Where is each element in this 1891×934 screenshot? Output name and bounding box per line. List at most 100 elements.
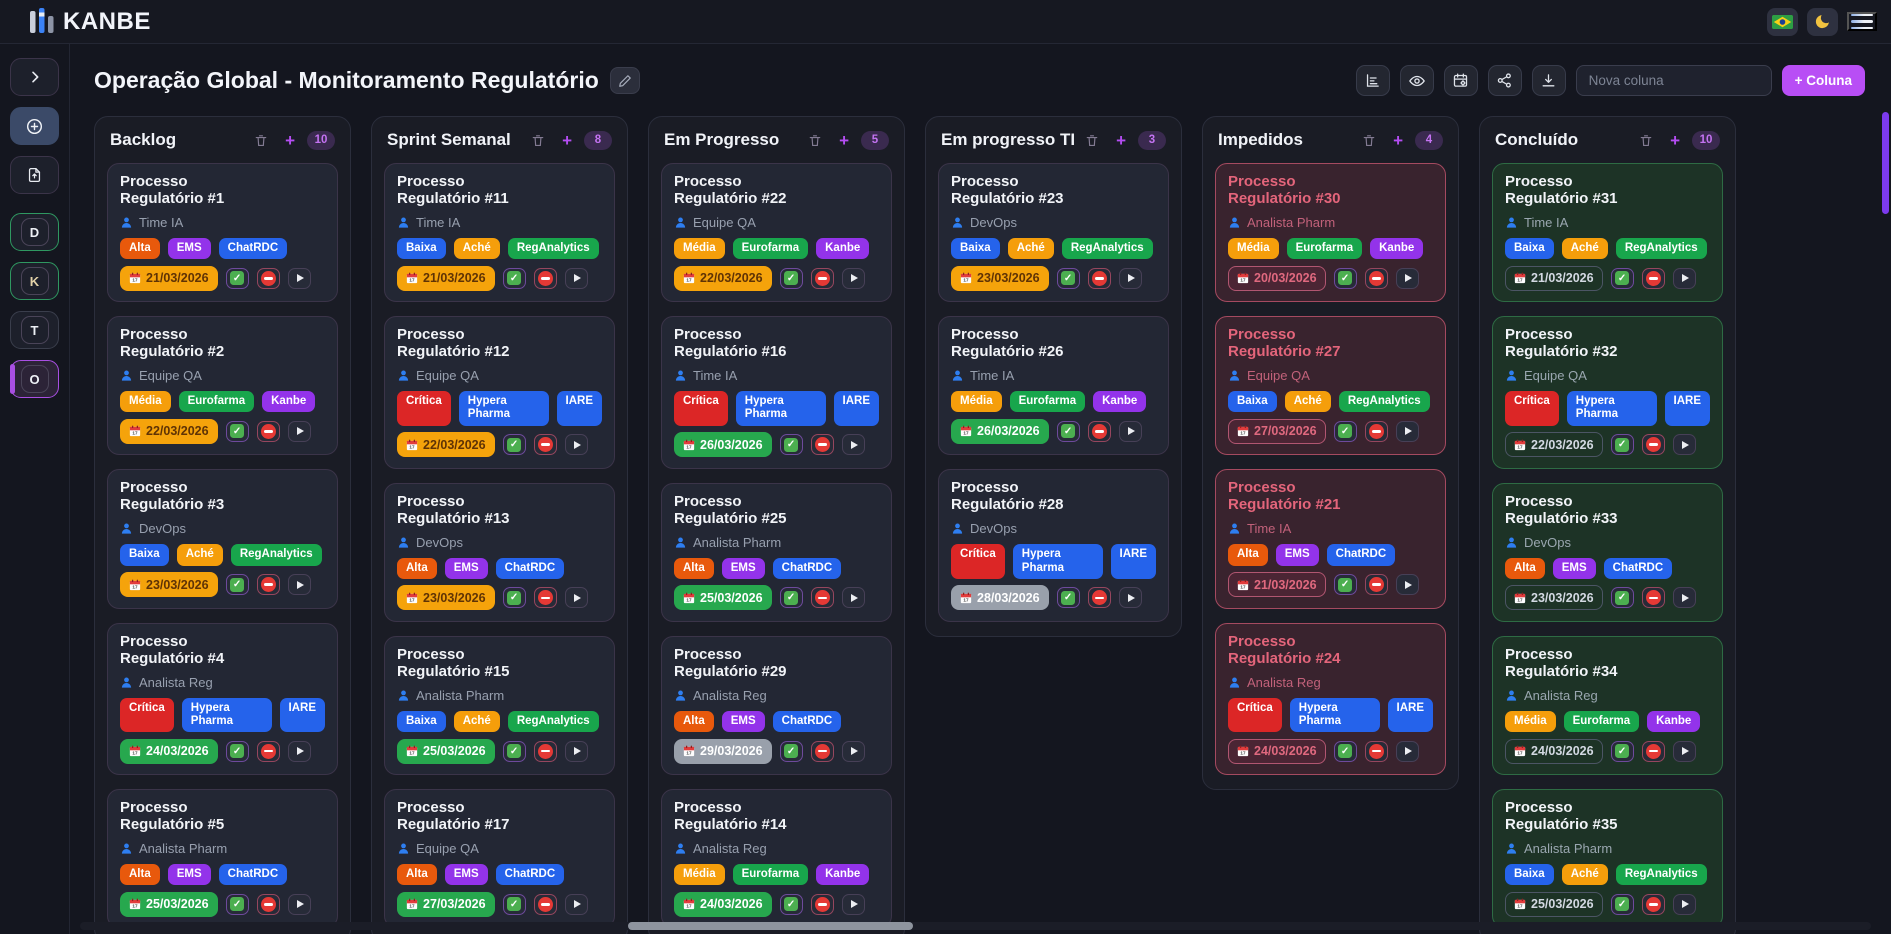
kanban-card[interactable]: Processo Regulatório #34 Analista Reg Mé…: [1492, 636, 1723, 775]
advance-button[interactable]: [288, 268, 311, 289]
advance-button[interactable]: [1673, 268, 1696, 289]
advance-button[interactable]: [565, 268, 588, 289]
advance-button[interactable]: [1396, 741, 1419, 762]
kanban-card[interactable]: Processo Regulatório #12 Equipe QA Críti…: [384, 316, 615, 468]
approve-button[interactable]: ✓: [1611, 894, 1634, 915]
block-button[interactable]: [1088, 421, 1111, 442]
advance-button[interactable]: [288, 894, 311, 915]
advance-button[interactable]: [1396, 574, 1419, 595]
block-button[interactable]: [1642, 434, 1665, 455]
sidebar-board-k[interactable]: K: [10, 262, 59, 300]
approve-button[interactable]: ✓: [780, 741, 803, 762]
approve-button[interactable]: ✓: [1057, 421, 1080, 442]
block-button[interactable]: [534, 268, 557, 289]
block-button[interactable]: [1365, 268, 1388, 289]
advance-button[interactable]: [1673, 894, 1696, 915]
approve-button[interactable]: ✓: [780, 268, 803, 289]
advance-button[interactable]: [1673, 587, 1696, 608]
sidebar-board-t[interactable]: T: [10, 311, 59, 349]
kanban-card[interactable]: Processo Regulatório #13 DevOps AltaEMSC…: [384, 483, 615, 622]
menu-button[interactable]: [1847, 12, 1877, 32]
export-button[interactable]: [1532, 65, 1566, 96]
approve-button[interactable]: ✓: [1611, 434, 1634, 455]
advance-button[interactable]: [842, 268, 865, 289]
edit-title-button[interactable]: [610, 67, 640, 94]
block-button[interactable]: [1642, 268, 1665, 289]
view-button[interactable]: [1400, 65, 1434, 96]
block-button[interactable]: [1642, 894, 1665, 915]
advance-button[interactable]: [288, 574, 311, 595]
kanban-card[interactable]: Processo Regulatório #32 Equipe QA Críti…: [1492, 316, 1723, 468]
horizontal-scrollbar[interactable]: [80, 922, 1871, 930]
advance-button[interactable]: [1396, 268, 1419, 289]
delete-column-button[interactable]: [1362, 133, 1376, 148]
delete-column-button[interactable]: [531, 133, 545, 148]
kanban-card[interactable]: Processo Regulatório #17 Equipe QA AltaE…: [384, 789, 615, 928]
approve-button[interactable]: ✓: [1057, 587, 1080, 608]
block-button[interactable]: [811, 894, 834, 915]
sidebar-board-o-active[interactable]: O: [10, 360, 59, 398]
approve-button[interactable]: ✓: [1334, 268, 1357, 289]
add-card-button[interactable]: +: [1670, 132, 1692, 149]
advance-button[interactable]: [1673, 434, 1696, 455]
block-button[interactable]: [811, 268, 834, 289]
approve-button[interactable]: ✓: [226, 574, 249, 595]
block-button[interactable]: [1642, 587, 1665, 608]
kanban-card[interactable]: Processo Regulatório #33 DevOps AltaEMSC…: [1492, 483, 1723, 622]
approve-button[interactable]: ✓: [226, 268, 249, 289]
advance-button[interactable]: [565, 587, 588, 608]
sidebar-add-board-button[interactable]: [10, 107, 59, 145]
kanban-card[interactable]: Processo Regulatório #23 DevOps BaixaAch…: [938, 163, 1169, 302]
sidebar-import-button[interactable]: [10, 156, 59, 194]
delete-column-button[interactable]: [808, 133, 822, 148]
advance-button[interactable]: [288, 741, 311, 762]
block-button[interactable]: [257, 894, 280, 915]
add-card-button[interactable]: +: [285, 132, 307, 149]
analytics-button[interactable]: [1356, 65, 1390, 96]
advance-button[interactable]: [1119, 268, 1142, 289]
approve-button[interactable]: ✓: [1057, 268, 1080, 289]
kanban-card[interactable]: Processo Regulatório #30 Analista Pharm …: [1215, 163, 1446, 302]
kanban-card[interactable]: Processo Regulatório #16 Time IA Crítica…: [661, 316, 892, 468]
block-button[interactable]: [1088, 268, 1111, 289]
delete-column-button[interactable]: [1085, 133, 1099, 148]
block-button[interactable]: [257, 741, 280, 762]
approve-button[interactable]: ✓: [780, 434, 803, 455]
kanban-card[interactable]: Processo Regulatório #22 Equipe QA Média…: [661, 163, 892, 302]
approve-button[interactable]: ✓: [1611, 268, 1634, 289]
approve-button[interactable]: ✓: [226, 741, 249, 762]
approve-button[interactable]: ✓: [1611, 741, 1634, 762]
approve-button[interactable]: ✓: [1334, 741, 1357, 762]
advance-button[interactable]: [1396, 421, 1419, 442]
kanban-card[interactable]: Processo Regulatório #28 DevOps CríticaH…: [938, 469, 1169, 621]
kanban-card[interactable]: Processo Regulatório #1 Time IA AltaEMSC…: [107, 163, 338, 302]
advance-button[interactable]: [842, 587, 865, 608]
add-card-button[interactable]: +: [1393, 132, 1415, 149]
advance-button[interactable]: [842, 434, 865, 455]
approve-button[interactable]: ✓: [503, 587, 526, 608]
approve-button[interactable]: ✓: [503, 894, 526, 915]
block-button[interactable]: [811, 741, 834, 762]
kanban-card[interactable]: Processo Regulatório #26 Time IA MédiaEu…: [938, 316, 1169, 455]
advance-button[interactable]: [1119, 587, 1142, 608]
block-button[interactable]: [811, 434, 834, 455]
advance-button[interactable]: [842, 894, 865, 915]
approve-button[interactable]: ✓: [226, 894, 249, 915]
delete-column-button[interactable]: [254, 133, 268, 148]
block-button[interactable]: [257, 268, 280, 289]
new-column-input[interactable]: [1576, 65, 1772, 96]
block-button[interactable]: [534, 894, 557, 915]
kanban-card[interactable]: Processo Regulatório #14 Analista Reg Mé…: [661, 789, 892, 928]
share-button[interactable]: [1488, 65, 1522, 96]
language-flag-button[interactable]: [1767, 8, 1798, 36]
block-button[interactable]: [1365, 741, 1388, 762]
vertical-scrollbar-thumb[interactable]: [1882, 112, 1889, 214]
add-column-button[interactable]: + Coluna: [1782, 65, 1865, 96]
theme-toggle-button[interactable]: [1807, 8, 1838, 36]
add-card-button[interactable]: +: [562, 132, 584, 149]
block-button[interactable]: [1365, 421, 1388, 442]
kanban-card[interactable]: Processo Regulatório #31 Time IA BaixaAc…: [1492, 163, 1723, 302]
advance-button[interactable]: [565, 741, 588, 762]
kanban-card[interactable]: Processo Regulatório #11 Time IA BaixaAc…: [384, 163, 615, 302]
kanban-card[interactable]: Processo Regulatório #29 Analista Reg Al…: [661, 636, 892, 775]
